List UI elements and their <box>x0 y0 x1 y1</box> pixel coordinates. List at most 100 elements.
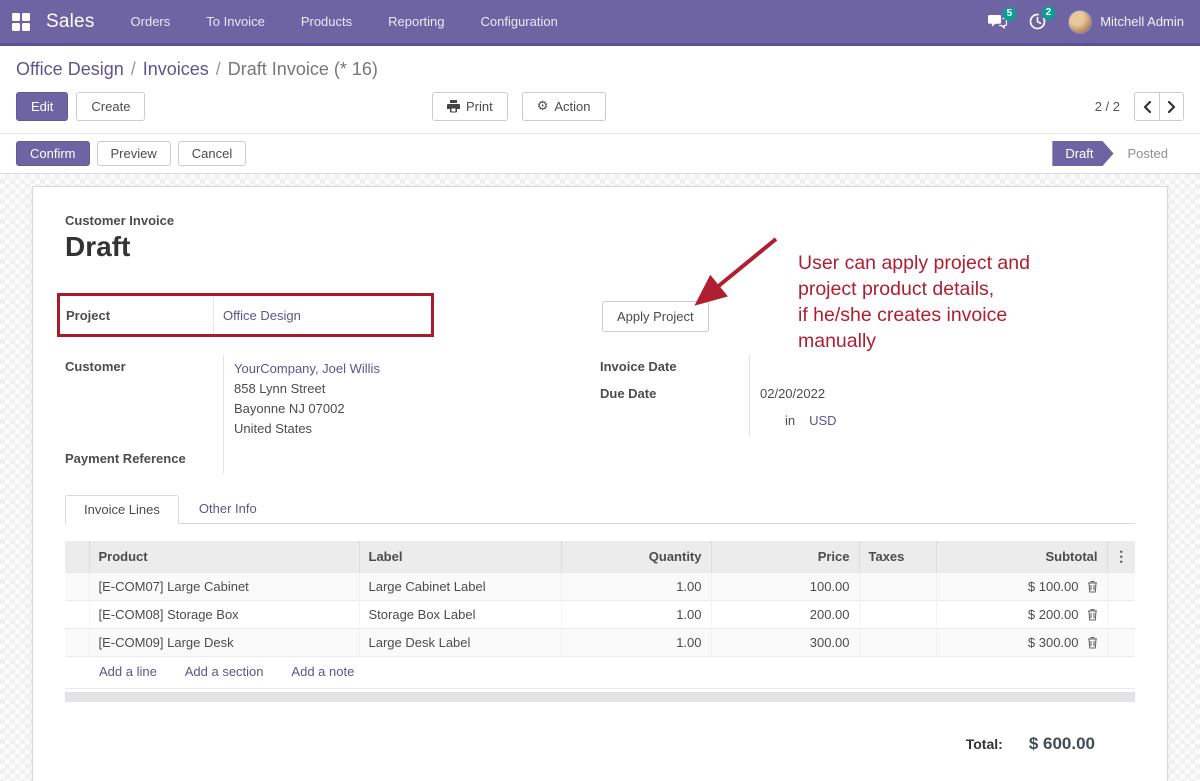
create-button[interactable]: Create <box>76 92 145 121</box>
table-header-row: Product Label Quantity Price Taxes Subto… <box>65 541 1135 573</box>
apps-menu-icon[interactable] <box>12 13 30 31</box>
breadcrumb: Office Design / Invoices / Draft Invoice (* … <box>16 46 1184 84</box>
payment-reference-label: Payment Reference <box>65 447 223 474</box>
project-label: Project <box>60 296 214 334</box>
invoice-totals: Total: $ 600.00 <box>65 734 1135 754</box>
horizontal-scrollbar[interactable] <box>65 692 1135 702</box>
control-panel: Office Design / Invoices / Draft Invoice (* … <box>0 46 1200 134</box>
chevron-right-icon <box>1167 101 1176 113</box>
subtotal-column-header[interactable]: Subtotal <box>936 541 1107 573</box>
breadcrumb-office-design[interactable]: Office Design <box>16 59 124 79</box>
pager-count[interactable]: 2 / 2 <box>1095 99 1120 114</box>
cell-price: 200.00 <box>711 601 859 629</box>
preview-button[interactable]: Preview <box>97 141 171 166</box>
messages-icon[interactable]: 5 <box>988 14 1007 30</box>
menu-reporting[interactable]: Reporting <box>388 8 444 35</box>
project-field-highlight-box: Project Office Design <box>57 293 434 337</box>
cell-subtotal: $ 300.00 <box>936 629 1107 657</box>
app-brand[interactable]: Sales <box>46 11 95 33</box>
payment-reference-value <box>223 447 555 474</box>
invoice-lines-table: Product Label Quantity Price Taxes Subto… <box>65 541 1135 657</box>
cancel-button[interactable]: Cancel <box>178 141 246 166</box>
add-a-line-link[interactable]: Add a line <box>99 664 157 679</box>
cell-product: [E-COM07] Large Cabinet <box>89 573 359 601</box>
chevron-left-icon <box>1143 101 1152 113</box>
table-row[interactable]: [E-COM07] Large Cabinet Large Cabinet La… <box>65 573 1135 601</box>
delete-row-icon[interactable] <box>1087 608 1098 621</box>
breadcrumb-separator: / <box>216 59 221 79</box>
main-menu: Orders To Invoice Products Reporting Con… <box>131 8 558 35</box>
notebook-tabs: Invoice Lines Other Info <box>65 495 1135 524</box>
invoice-type-label: Customer Invoice <box>65 213 174 228</box>
cell-price: 100.00 <box>711 573 859 601</box>
user-menu[interactable]: Mitchell Admin <box>1068 10 1184 34</box>
pager-next-button[interactable] <box>1159 92 1184 121</box>
cell-label: Storage Box Label <box>359 601 561 629</box>
stage-draft[interactable]: Draft <box>1052 141 1113 166</box>
tab-other-info[interactable]: Other Info <box>179 495 277 523</box>
taxes-column-header[interactable]: Taxes <box>859 541 936 573</box>
confirm-button[interactable]: Confirm <box>16 141 90 166</box>
cell-quantity: 1.00 <box>561 601 711 629</box>
currency-link[interactable]: USD <box>809 413 836 428</box>
print-button[interactable]: Print <box>432 92 508 121</box>
project-value-link[interactable]: Office Design <box>223 308 301 323</box>
tab-invoice-lines[interactable]: Invoice Lines <box>65 495 179 524</box>
cell-subtotal: $ 100.00 <box>936 573 1107 601</box>
add-a-section-link[interactable]: Add a section <box>185 664 264 679</box>
table-row[interactable]: [E-COM09] Large Desk Large Desk Label 1.… <box>65 629 1135 657</box>
customer-label: Customer <box>65 355 223 447</box>
user-avatar <box>1068 10 1092 34</box>
cell-taxes <box>859 601 936 629</box>
list-add-links: Add a line Add a section Add a note <box>65 657 1135 689</box>
cell-quantity: 1.00 <box>561 573 711 601</box>
due-date-value: 02/20/2022 <box>749 382 1070 409</box>
label-column-header[interactable]: Label <box>359 541 561 573</box>
total-label: Total: <box>966 736 1003 752</box>
breadcrumb-current: Draft Invoice (* 16) <box>228 59 378 79</box>
product-column-header[interactable]: Product <box>89 541 359 573</box>
cell-taxes <box>859 629 936 657</box>
delete-row-icon[interactable] <box>1087 636 1098 649</box>
customer-link[interactable]: YourCompany, Joel Willis <box>234 361 380 376</box>
stage-posted[interactable]: Posted <box>1128 146 1168 161</box>
customer-value: YourCompany, Joel Willis 858 Lynn Street… <box>223 355 555 447</box>
breadcrumb-separator: / <box>131 59 136 79</box>
left-field-group: Customer YourCompany, Joel Willis 858 Ly… <box>65 355 555 474</box>
delete-row-icon[interactable] <box>1087 580 1098 593</box>
form-view-background: Customer Invoice Draft Project Office De… <box>0 174 1200 781</box>
activities-icon[interactable]: 2 <box>1029 13 1046 30</box>
edit-button[interactable]: Edit <box>16 92 68 121</box>
invoice-date-label: Invoice Date <box>600 355 749 382</box>
cell-subtotal: $ 200.00 <box>936 601 1107 629</box>
menu-orders[interactable]: Orders <box>131 8 171 35</box>
quantity-column-header[interactable]: Quantity <box>561 541 711 573</box>
pager-previous-button[interactable] <box>1134 92 1159 121</box>
currency-row-spacer <box>600 409 749 436</box>
form-statusbar: Confirm Preview Cancel Draft Posted <box>0 134 1200 174</box>
invoice-date-value <box>749 355 1070 382</box>
menu-products[interactable]: Products <box>301 8 352 35</box>
right-field-group: Invoice Date Due Date 02/20/2022 inUSD <box>600 355 1070 436</box>
action-button[interactable]: ⚙ Action <box>522 92 606 121</box>
breadcrumb-invoices[interactable]: Invoices <box>143 59 209 79</box>
cell-label: Large Cabinet Label <box>359 573 561 601</box>
gear-icon: ⚙ <box>537 99 549 114</box>
menu-configuration[interactable]: Configuration <box>481 8 558 35</box>
price-column-header[interactable]: Price <box>711 541 859 573</box>
total-value: $ 600.00 <box>1029 734 1095 754</box>
cell-label: Large Desk Label <box>359 629 561 657</box>
currency-value: in USD <box>749 409 1070 436</box>
add-a-note-link[interactable]: Add a note <box>291 664 354 679</box>
table-row[interactable]: [E-COM08] Storage Box Storage Box Label … <box>65 601 1135 629</box>
menu-to-invoice[interactable]: To Invoice <box>206 8 265 35</box>
user-name: Mitchell Admin <box>1100 14 1184 29</box>
cell-quantity: 1.00 <box>561 629 711 657</box>
top-navbar: Sales Orders To Invoice Products Reporti… <box>0 0 1200 46</box>
cell-taxes <box>859 573 936 601</box>
annotation-text: User can apply project and project produ… <box>798 250 1118 354</box>
optional-columns-icon[interactable]: ⋮ <box>1107 541 1135 573</box>
currency-in-text: in <box>785 413 795 428</box>
messages-badge: 5 <box>1003 7 1017 21</box>
invoice-sheet: Customer Invoice Draft Project Office De… <box>32 186 1168 781</box>
